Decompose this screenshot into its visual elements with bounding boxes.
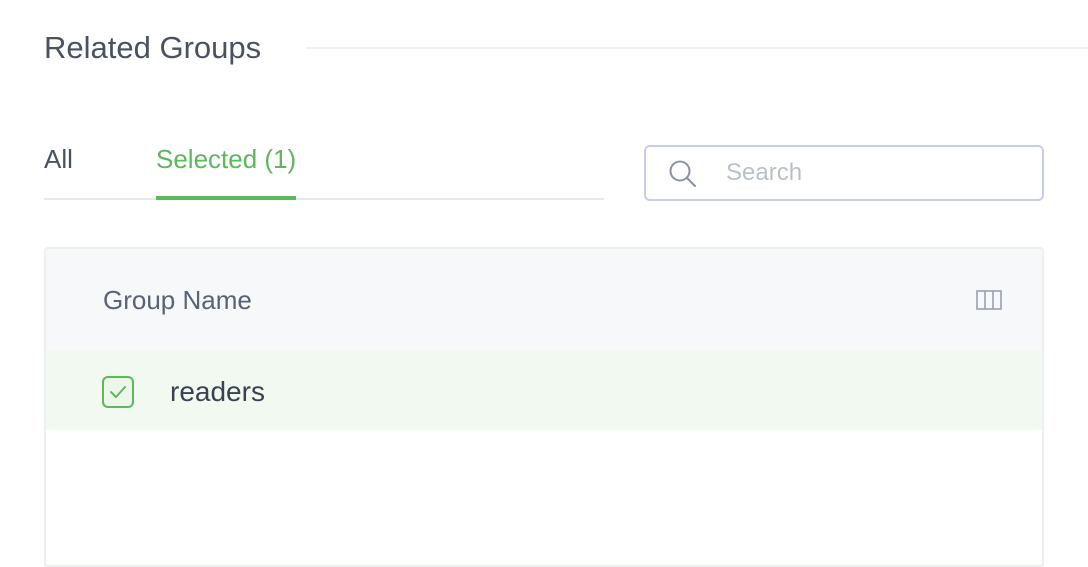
group-name-cell: readers — [170, 376, 265, 407]
section-divider — [306, 47, 1088, 49]
columns-icon[interactable] — [976, 289, 1002, 311]
checkmark-icon — [110, 386, 126, 398]
table-header: Group Name — [46, 249, 1042, 351]
search-input[interactable] — [726, 153, 1026, 193]
section-title: Related Groups — [44, 30, 262, 65]
row-checkbox[interactable] — [102, 376, 134, 408]
tab-selected[interactable]: Selected (1) — [156, 140, 297, 200]
tab-bar: All Selected (1) — [44, 130, 604, 200]
tab-all[interactable]: All — [44, 140, 73, 196]
column-header-group-name[interactable]: Group Name — [103, 281, 252, 319]
table-row[interactable]: readers — [46, 350, 1042, 430]
groups-table: Group Name readers — [44, 247, 1044, 567]
search-box[interactable] — [644, 145, 1044, 201]
section-header: Related Groups — [44, 26, 1088, 70]
search-icon — [668, 159, 698, 189]
